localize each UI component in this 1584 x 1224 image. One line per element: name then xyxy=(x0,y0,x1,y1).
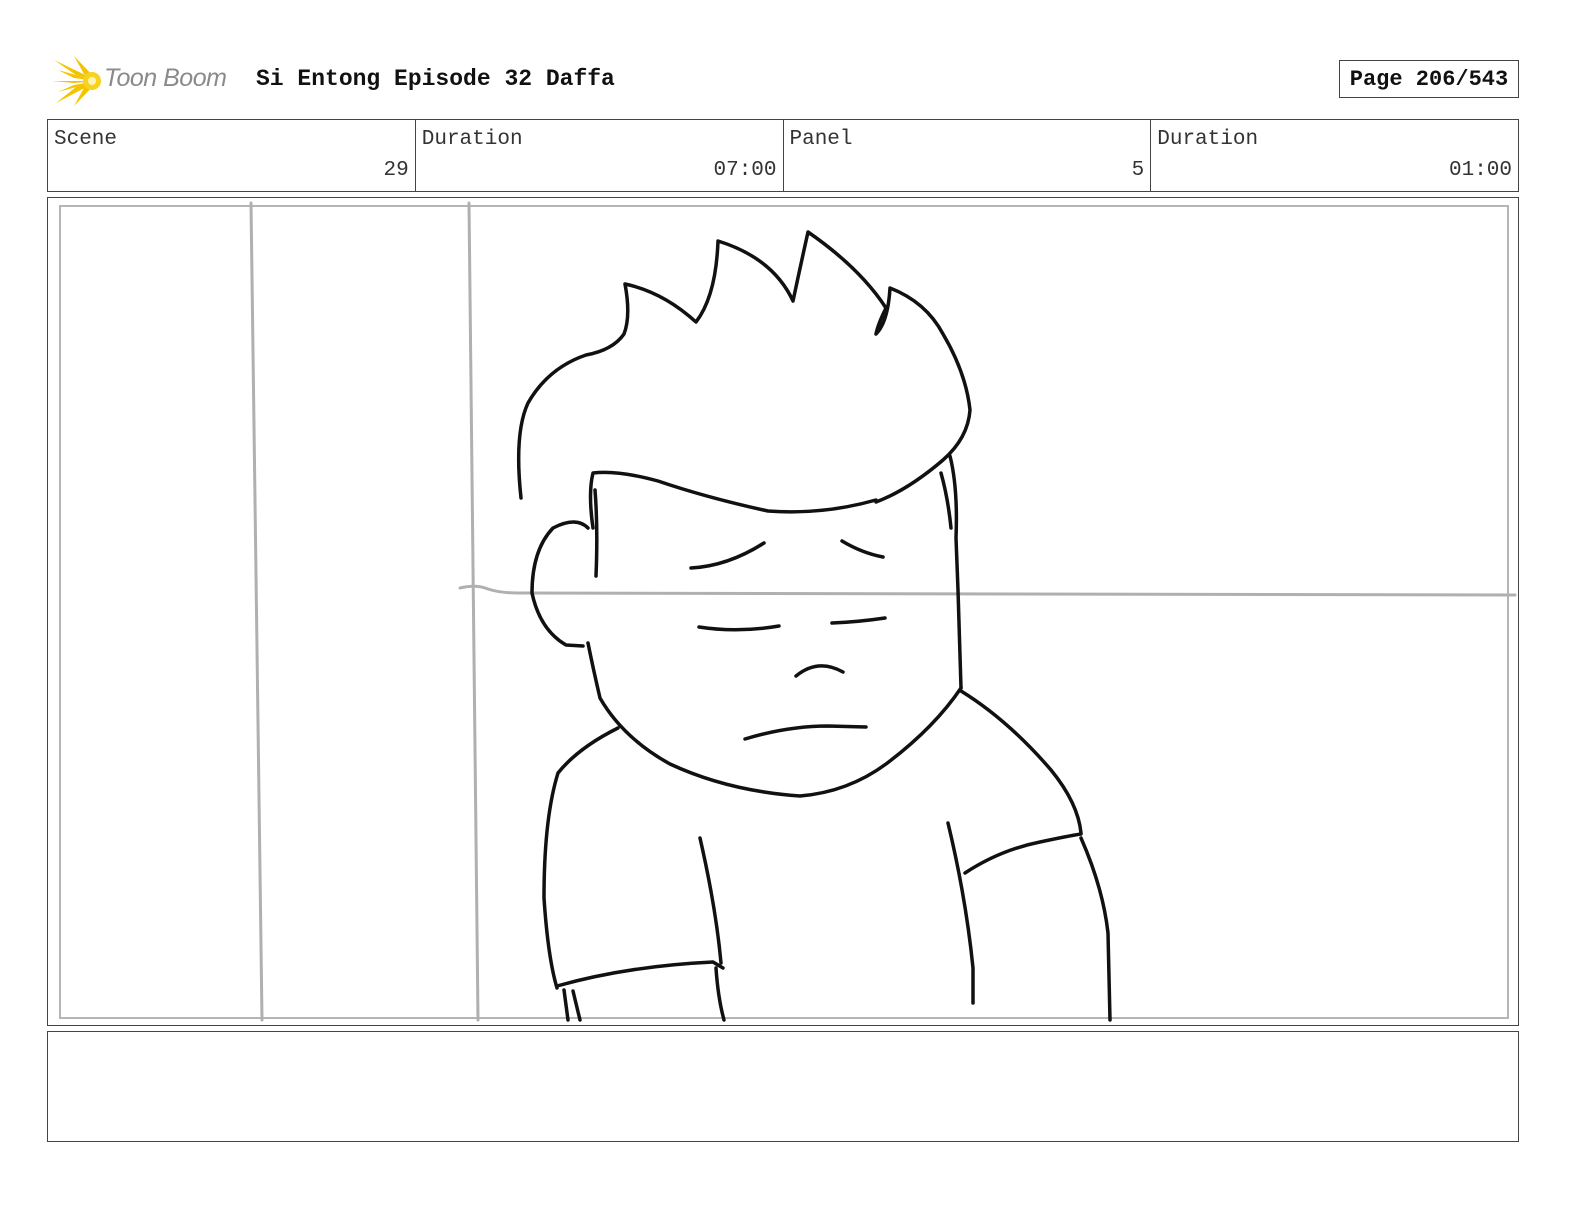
scene-duration-label: Duration xyxy=(421,128,523,151)
panel-duration-cell: Duration 01:00 xyxy=(1151,120,1518,191)
page-number: Page 206/543 xyxy=(1339,60,1519,98)
project-title: Si Entong Episode 32 Daffa xyxy=(256,66,615,92)
notes-box xyxy=(47,1031,1519,1142)
logo-text: Toon Boom xyxy=(104,64,227,92)
panel-value: 5 xyxy=(1131,159,1145,182)
scene-cell: Scene 29 xyxy=(48,120,416,191)
scene-label: Scene xyxy=(54,128,118,151)
panel-cell: Panel 5 xyxy=(784,120,1152,191)
scene-value: 29 xyxy=(383,159,409,182)
toon-boom-logo: Toon Boom xyxy=(52,56,242,106)
safe-area-frame xyxy=(59,205,1509,1019)
scene-duration-value: 07:00 xyxy=(713,159,777,182)
info-row: Scene 29 Duration 07:00 Panel 5 Duration… xyxy=(47,119,1519,192)
panel-duration-label: Duration xyxy=(1157,128,1259,151)
starburst-icon xyxy=(52,56,101,106)
panel-label: Panel xyxy=(789,128,853,151)
panel-duration-value: 01:00 xyxy=(1448,159,1512,182)
scene-duration-cell: Duration 07:00 xyxy=(416,120,784,191)
character-sketch xyxy=(516,230,1112,1022)
storyboard-panel xyxy=(47,197,1519,1026)
panel-drawing xyxy=(59,201,1517,1022)
